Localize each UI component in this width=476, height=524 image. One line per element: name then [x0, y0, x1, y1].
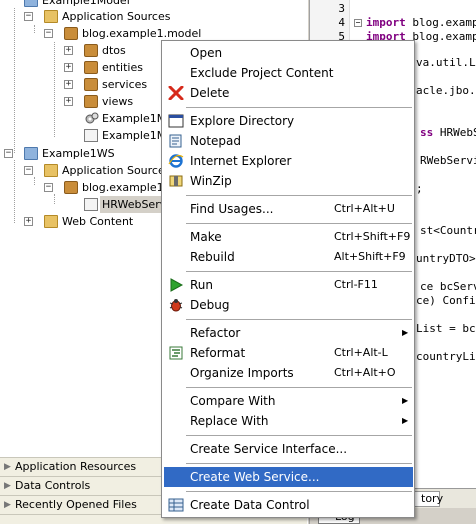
code-line: ce) Configu [416, 294, 476, 307]
collapse-toggle[interactable]: − [44, 29, 53, 38]
code-line: st<CountryD [420, 224, 476, 237]
winzip-icon [168, 174, 184, 188]
code-line: List = bcServ [416, 322, 476, 335]
menu-item-open[interactable]: Open [164, 43, 413, 63]
menu-item-create-service-interface[interactable]: Create Service Interface... [164, 439, 413, 459]
expand-toggle[interactable]: + [64, 97, 73, 106]
code-line: ; [416, 182, 423, 195]
package-icon [64, 27, 78, 40]
expand-arrow-icon: ▶ [4, 500, 11, 510]
menu-item-make[interactable]: Make Ctrl+Shift+F9 [164, 227, 413, 247]
reformat-icon [168, 346, 184, 360]
menu-separator [186, 387, 412, 388]
collapse-toggle[interactable]: − [24, 166, 33, 175]
menu-item-exclude-project-content[interactable]: Exclude Project Content [164, 63, 413, 83]
code-line: ss HRWebS [420, 126, 476, 139]
package-icon [84, 44, 98, 57]
menu-separator [186, 107, 412, 108]
menu-separator [186, 463, 412, 464]
menu-item-refactor[interactable]: Refactor ▶ [164, 323, 413, 343]
gear-icon [84, 112, 99, 125]
expand-toggle[interactable]: + [64, 46, 73, 55]
package-icon [64, 181, 78, 194]
menu-item-rebuild[interactable]: Rebuild Alt+Shift+F9 [164, 247, 413, 267]
run-icon [168, 278, 184, 292]
panel-label: Recently Opened Files [15, 498, 137, 511]
collapse-toggle[interactable]: − [24, 12, 33, 21]
collapse-toggle[interactable]: − [4, 149, 13, 158]
tree-item-label: Application Sources [62, 10, 171, 23]
menu-separator [186, 319, 412, 320]
code-line: import blog.example1 [366, 16, 476, 29]
menu-item-winzip[interactable]: WinZip [164, 171, 413, 191]
panel-label: Application Resources [15, 460, 137, 473]
menu-item-explore-directory[interactable]: Explore Directory [164, 111, 413, 131]
internet-explorer-icon [168, 154, 184, 168]
tree-item-label: services [102, 78, 148, 91]
expand-toggle[interactable]: + [64, 80, 73, 89]
project-icon [24, 147, 38, 160]
menu-separator [186, 195, 412, 196]
tree-item-label: dtos [102, 44, 126, 57]
code-line: ce bcService [420, 280, 476, 293]
debug-bug-icon [168, 298, 184, 312]
code-line: va.util.List; [416, 56, 476, 69]
tree-item-label: entities [102, 61, 143, 74]
tree-item-label: Application Sources [62, 164, 171, 177]
fold-toggle[interactable]: − [354, 19, 362, 27]
menu-item-create-web-service[interactable]: Create Web Service... [164, 467, 413, 487]
package-icon [84, 78, 98, 91]
notepad-icon [168, 134, 184, 148]
folder-icon [44, 10, 58, 23]
data-control-icon [168, 498, 184, 512]
code-line: untryDTO> c [416, 252, 476, 265]
package-icon [84, 95, 98, 108]
expand-arrow-icon: ▶ [4, 481, 11, 491]
menu-item-find-usages[interactable]: Find Usages... Ctrl+Alt+U [164, 199, 413, 219]
panel-label: Data Controls [15, 479, 91, 492]
submenu-arrow-icon: ▶ [402, 416, 409, 425]
code-line: RWebService [420, 154, 476, 167]
menu-item-run[interactable]: Run Ctrl-F11 [164, 275, 413, 295]
document-icon [84, 129, 98, 142]
package-icon [84, 61, 98, 74]
project-icon [24, 0, 38, 7]
menu-item-debug[interactable]: Debug [164, 295, 413, 315]
explore-directory-icon [168, 114, 184, 128]
menu-separator [186, 271, 412, 272]
folder-icon [44, 164, 58, 177]
menu-item-compare-with[interactable]: Compare With ▶ [164, 391, 413, 411]
folder-icon [44, 215, 58, 228]
tree-item-application-sources[interactable]: − Application Sources [0, 8, 307, 25]
context-menu: Open Exclude Project Content Delete Expl… [161, 40, 415, 518]
delete-x-icon [168, 85, 184, 101]
menu-separator [186, 491, 412, 492]
tree-item-label: Example1WS [42, 147, 115, 160]
menu-item-delete[interactable]: Delete [164, 83, 413, 103]
java-file-icon [84, 198, 98, 211]
code-line: countryList; [416, 350, 476, 363]
expand-toggle[interactable]: + [64, 63, 73, 72]
menu-item-organize-imports[interactable]: Organize Imports Ctrl+Alt+O [164, 363, 413, 383]
menu-item-reformat[interactable]: Reformat Ctrl+Alt-L [164, 343, 413, 363]
line-number: 3 [338, 2, 345, 15]
menu-item-internet-explorer[interactable]: Internet Explorer [164, 151, 413, 171]
submenu-arrow-icon: ▶ [402, 396, 409, 405]
menu-item-notepad[interactable]: Notepad [164, 131, 413, 151]
menu-separator [186, 223, 412, 224]
menu-separator [186, 435, 412, 436]
tree-item-label: views [102, 95, 134, 108]
tree-item-label: Web Content [62, 215, 134, 228]
collapse-toggle[interactable]: − [44, 183, 53, 192]
submenu-arrow-icon: ▶ [402, 328, 409, 337]
expand-toggle[interactable]: + [24, 217, 33, 226]
code-line: acle.jbo.clien [416, 84, 476, 97]
menu-item-create-data-control[interactable]: Create Data Control [164, 495, 413, 515]
line-number: 4 [338, 16, 345, 29]
menu-item-replace-with[interactable]: Replace With ▶ [164, 411, 413, 431]
expand-arrow-icon: ▶ [4, 462, 11, 472]
